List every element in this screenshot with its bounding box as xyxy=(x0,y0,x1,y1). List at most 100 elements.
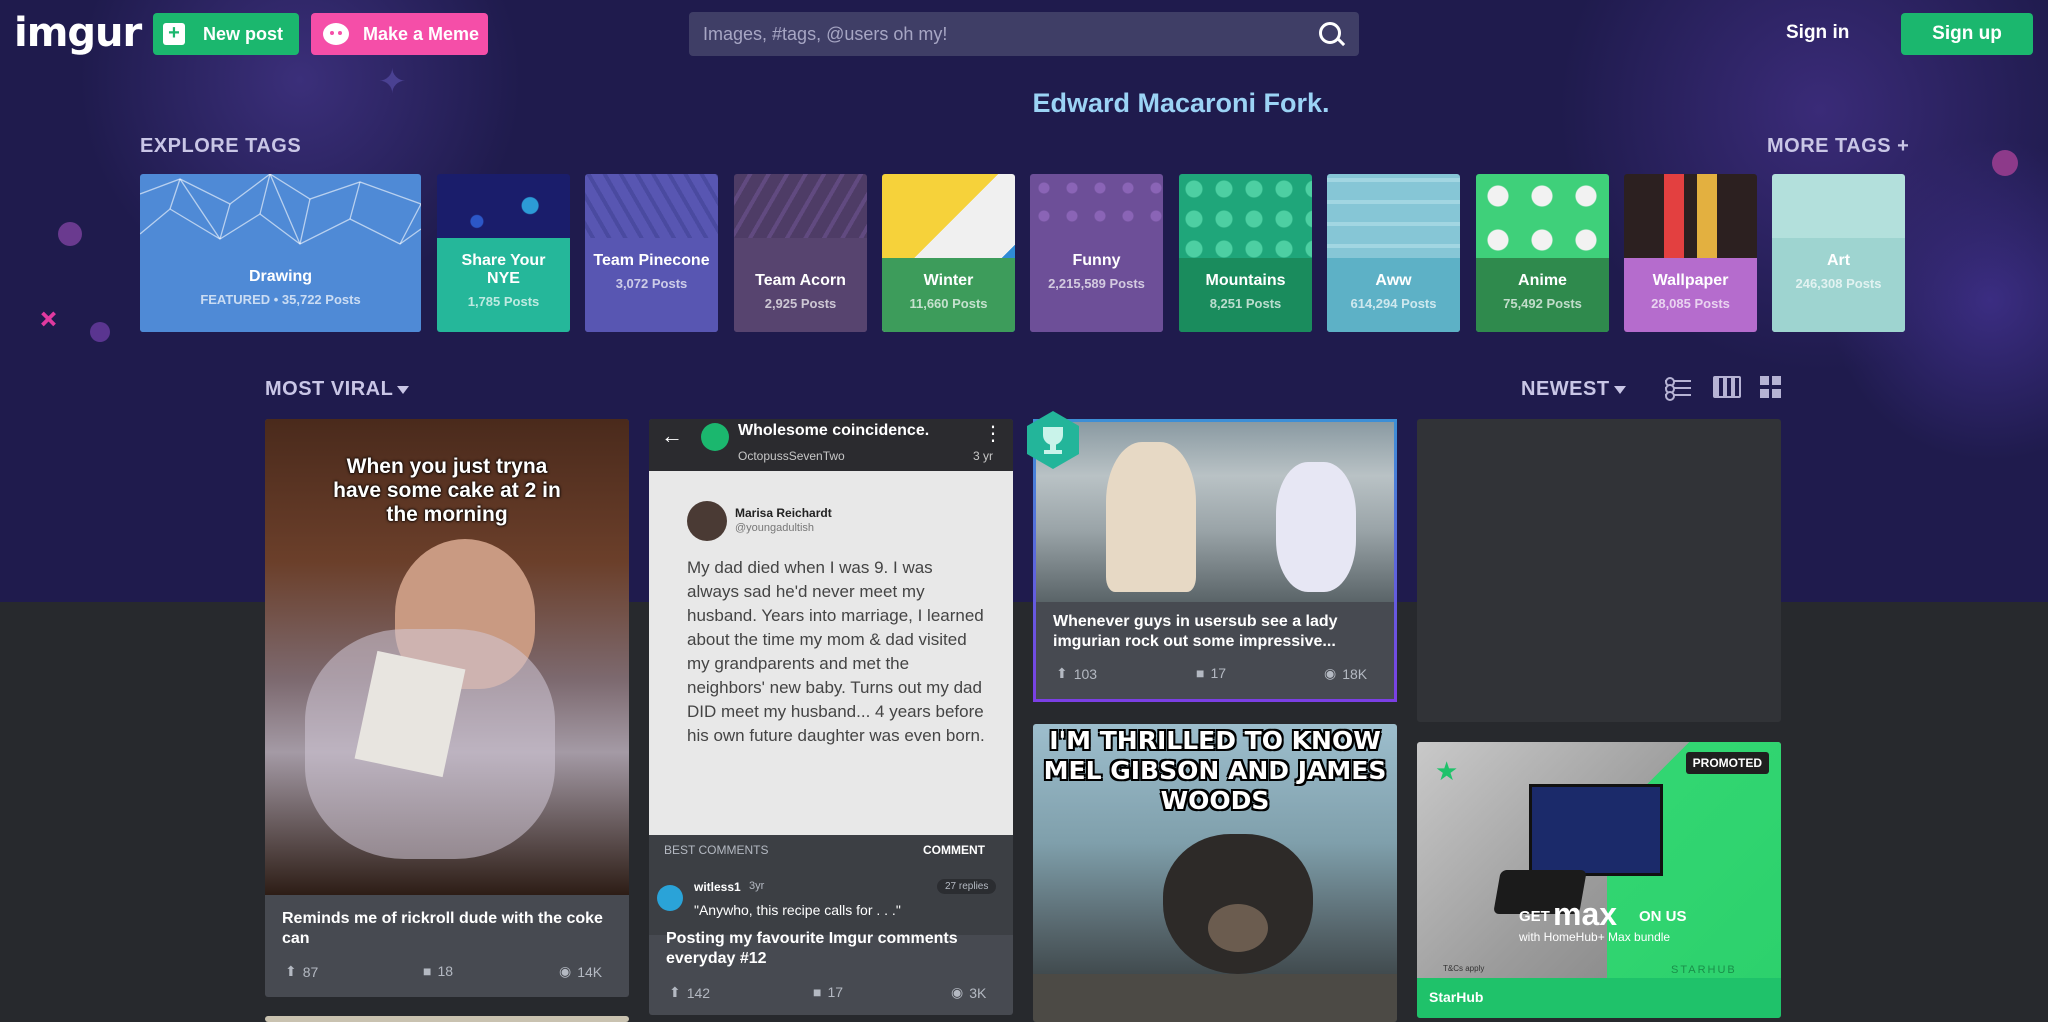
views-stat: ◉ 14K xyxy=(559,963,602,980)
post-card-usersub[interactable]: Whenever guys in usersub see a lady imgu… xyxy=(1033,419,1397,702)
upvote-stat[interactable]: ⬆ 103 xyxy=(1056,665,1097,682)
tag-team-pinecone[interactable]: Team Pinecone 3,072 Posts xyxy=(585,174,718,332)
comment-age: 3yr xyxy=(749,880,765,892)
tag-wallpaper[interactable]: Wallpaper 28,085 Posts xyxy=(1624,174,1757,332)
imgur-logo[interactable]: imgur xyxy=(14,10,142,56)
meme-face-icon xyxy=(323,23,349,45)
post-title[interactable]: Whenever guys in usersub see a lady imgu… xyxy=(1053,612,1373,652)
photo-bear-muzzle xyxy=(1208,904,1268,952)
make-meme-label: Make a Meme xyxy=(363,23,480,44)
embedded-comments: BEST COMMENTS COMMENT witless1 3yr 27 re… xyxy=(649,835,1013,935)
tag-anime[interactable]: Anime 75,492 Posts xyxy=(1476,174,1609,332)
promo-brand-max: max xyxy=(1553,896,1618,932)
tag-art[interactable]: Art 246,308 Posts xyxy=(1772,174,1905,332)
tag-count: 75,492 Posts xyxy=(1503,296,1582,311)
tag-band: Wallpaper 28,085 Posts xyxy=(1624,258,1757,332)
tweet-handle: @youngadultish xyxy=(735,522,815,534)
avatar xyxy=(701,423,729,451)
post-title[interactable]: Posting my favourite Imgur comments ever… xyxy=(666,929,996,969)
post-title[interactable]: Reminds me of rickroll dude with the cok… xyxy=(282,909,612,949)
decor-circle xyxy=(90,322,110,342)
comment-stat[interactable]: ■ 17 xyxy=(1196,665,1226,681)
top-header: imgur + New post Make a Meme Sign in Sig… xyxy=(0,0,2048,68)
post-card-placeholder[interactable] xyxy=(1417,419,1781,722)
tag-name: Share Your NYE xyxy=(461,252,546,287)
explore-tags-heading: EXPLORE TAGS xyxy=(140,135,302,157)
tag-mountains[interactable]: Mountains 8,251 Posts xyxy=(1179,174,1312,332)
post-stats: ⬆ 142 ■ 17 ◉ 3K xyxy=(649,984,1013,1008)
advertiser-name[interactable]: StarHub xyxy=(1429,989,1483,1005)
tag-name: Funny xyxy=(1072,252,1121,269)
sort-label: MOST VIRAL xyxy=(265,378,394,400)
meme-caption: I'M THRILLED TO KNOW MEL GIBSON AND JAME… xyxy=(1043,726,1387,815)
make-meme-button[interactable]: Make a Meme xyxy=(311,13,488,55)
comment-stat[interactable]: ■ 17 xyxy=(813,984,843,1000)
tag-count: 8,251 Posts xyxy=(1209,296,1282,311)
post-card-next[interactable] xyxy=(265,1016,629,1022)
photo-person xyxy=(1276,462,1356,592)
upvote-icon: ⬆ xyxy=(669,984,681,1000)
tag-count: 28,085 Posts xyxy=(1651,296,1730,311)
decor-circle xyxy=(1992,150,2018,176)
tag-drawing[interactable]: Drawing FEATURED • 35,722 Posts xyxy=(140,174,421,332)
post-image[interactable]: When you just tryna have some cake at 2 … xyxy=(265,419,629,895)
sort-most-viral[interactable]: MOST VIRAL xyxy=(265,378,410,401)
post-card-bear-meme[interactable]: I'M THRILLED TO KNOW MEL GIBSON AND JAME… xyxy=(1033,724,1397,1022)
tag-name: Mountains xyxy=(1205,272,1286,289)
post-stats: ⬆ 103 ■ 17 ◉ 18K xyxy=(1036,665,1394,689)
promo-image[interactable]: PROMOTED GET max ON US with HomeHub+ Max… xyxy=(1417,742,1781,978)
embedded-age: 3 yr xyxy=(973,449,994,463)
commenter-name: witless1 xyxy=(694,880,741,894)
avatar xyxy=(687,501,727,541)
tweet-author: Marisa Reichardt xyxy=(735,506,832,520)
post-image[interactable]: I'M THRILLED TO KNOW MEL GIBSON AND JAME… xyxy=(1033,724,1397,1022)
tag-band: Funny 2,215,589 Posts xyxy=(1030,238,1163,332)
tag-share-your-nye[interactable]: Share Your NYE 1,785 Posts xyxy=(437,174,570,332)
waterfall-view-icon[interactable] xyxy=(1713,376,1741,398)
promo-headline-pre: GET xyxy=(1519,908,1550,925)
views-stat: ◉ 18K xyxy=(1324,665,1367,682)
post-card-wholesome[interactable]: ← Wholesome coincidence. OctopussSevenTw… xyxy=(649,419,1013,1015)
upvote-count: 87 xyxy=(302,963,319,980)
more-tags-link[interactable]: MORE TAGS + xyxy=(1767,135,1909,158)
sort-newest[interactable]: NEWEST xyxy=(1521,378,1626,401)
eye-icon: ◉ xyxy=(1324,665,1337,681)
comment-stat[interactable]: ■ 18 xyxy=(423,963,453,979)
promo-brand: STARHUB xyxy=(1671,964,1737,976)
photo-log xyxy=(1033,974,1397,1022)
tv-screen xyxy=(1529,784,1663,876)
comment-count: 18 xyxy=(437,963,454,979)
tag-band: Winter 11,660 Posts xyxy=(882,258,1015,332)
promoted-card-starhub[interactable]: PROMOTED GET max ON US with HomeHub+ Max… xyxy=(1417,742,1781,1018)
post-image[interactable] xyxy=(1036,422,1394,602)
image-caption: When you just tryna have some cake at 2 … xyxy=(333,455,561,526)
comment-text: "Anywho, this recipe calls for . . ." xyxy=(694,902,901,918)
sign-up-button[interactable]: Sign up xyxy=(1901,13,2033,55)
sign-in-link[interactable]: Sign in xyxy=(1786,22,1849,44)
upvote-stat[interactable]: ⬆ 142 xyxy=(669,984,710,1001)
tag-team-acorn[interactable]: Team Acorn 2,925 Posts xyxy=(734,174,867,332)
new-post-button[interactable]: + New post xyxy=(153,13,299,55)
tag-name: Team Pinecone xyxy=(593,252,710,269)
tag-aww[interactable]: Aww 614,294 Posts xyxy=(1327,174,1460,332)
tag-name: Art xyxy=(1826,252,1851,269)
post-stats: ⬆ 87 ■ 18 ◉ 14K xyxy=(265,963,629,987)
tag-count: 246,308 Posts xyxy=(1795,276,1882,291)
comment-count: 17 xyxy=(827,984,844,1000)
tag-count: 11,660 Posts xyxy=(909,296,988,311)
search-icon[interactable] xyxy=(1317,20,1345,48)
tag-funny[interactable]: Funny 2,215,589 Posts xyxy=(1030,174,1163,332)
tag-count: 614,294 Posts xyxy=(1350,296,1437,311)
tag-count: FEATURED • 35,722 Posts xyxy=(200,292,361,307)
view-count: 3K xyxy=(969,984,987,1001)
upvote-stat[interactable]: ⬆ 87 xyxy=(285,963,318,980)
tag-winter[interactable]: Winter 11,660 Posts xyxy=(882,174,1015,332)
tweet-screenshot: Marisa Reichardt @youngadultish My dad d… xyxy=(649,471,1013,835)
filter-sliders-icon[interactable] xyxy=(1665,376,1693,401)
search-input[interactable] xyxy=(703,23,1317,45)
post-card-cake[interactable]: When you just tryna have some cake at 2 … xyxy=(265,419,629,997)
comment-button-label: COMMENT xyxy=(923,843,985,857)
view-count: 18K xyxy=(1342,665,1368,682)
tag-name: Team Acorn xyxy=(755,272,846,289)
grid-view-icon[interactable] xyxy=(1760,376,1788,398)
